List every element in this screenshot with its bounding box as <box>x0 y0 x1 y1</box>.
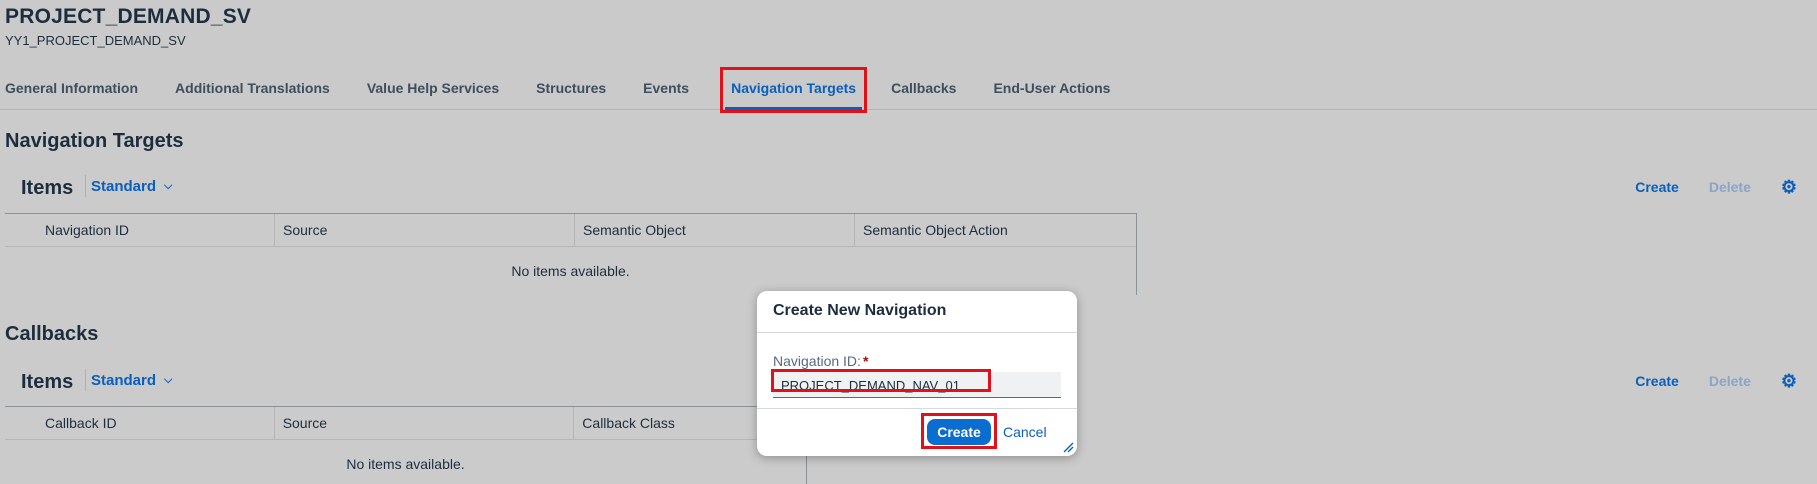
column-header-semantic-object-action[interactable]: Semantic Object Action <box>855 214 1135 246</box>
chevron-down-icon: ⌵ <box>164 373 173 386</box>
tab-navigation-targets[interactable]: Navigation Targets <box>720 67 868 113</box>
section-title-navigation-targets: Navigation Targets <box>5 130 184 152</box>
navigation-id-field <box>773 372 1061 398</box>
page-title: PROJECT_DEMAND_SV <box>5 5 252 28</box>
create-button[interactable]: Create <box>1635 179 1679 195</box>
column-header-semantic-object[interactable]: Semantic Object <box>575 214 855 246</box>
column-header-source[interactable]: Source <box>275 214 575 246</box>
variant-label: Standard <box>91 371 157 389</box>
object-page-header: PROJECT_DEMAND_SV YY1_PROJECT_DEMAND_SV … <box>0 0 1817 113</box>
page-subtitle: YY1_PROJECT_DEMAND_SV <box>5 33 186 48</box>
items-title: Items <box>21 371 74 393</box>
chevron-down-icon: ⌵ <box>164 179 173 192</box>
no-items-text: No items available. <box>511 263 630 279</box>
tab-events[interactable]: Events <box>638 72 705 108</box>
resize-handle-icon[interactable] <box>1062 441 1074 453</box>
callbacks-table: Callback ID Source Callback Class No ite… <box>5 406 807 484</box>
tab-general-information[interactable]: General Information <box>0 72 154 108</box>
delete-button[interactable]: Delete <box>1709 373 1751 389</box>
tab-value-help-services[interactable]: Value Help Services <box>362 72 515 108</box>
no-items-text: No items available. <box>346 456 465 472</box>
section-title-callbacks: Callbacks <box>5 323 99 345</box>
dialog-body: Navigation ID: * <box>757 333 1077 408</box>
column-header-source[interactable]: Source <box>275 407 575 439</box>
toolbar-actions: Create Delete ⚙ <box>1635 372 1797 390</box>
dialog-cancel-button[interactable]: Cancel <box>1003 419 1047 445</box>
tab-additional-translations[interactable]: Additional Translations <box>170 72 346 108</box>
variant-label: Standard <box>91 177 157 195</box>
navigation-targets-panel: Items Standard ⌵ Create Delete ⚙ Navigat… <box>5 162 1817 295</box>
create-button[interactable]: Create <box>1635 373 1679 389</box>
gear-icon[interactable]: ⚙ <box>1781 178 1797 196</box>
toolbar-actions: Create Delete ⚙ <box>1635 178 1797 196</box>
dialog-footer: Create Cancel <box>757 408 1077 456</box>
tab-structures[interactable]: Structures <box>531 72 622 108</box>
navigation-targets-toolbar: Items Standard ⌵ Create Delete ⚙ <box>5 162 1817 212</box>
column-header-callback-id[interactable]: Callback ID <box>5 407 275 439</box>
tab-callbacks[interactable]: Callbacks <box>886 72 972 108</box>
items-title: Items <box>21 177 74 199</box>
column-header-navigation-id[interactable]: Navigation ID <box>5 214 275 246</box>
table-header: Navigation ID Source Semantic Object Sem… <box>5 214 1136 247</box>
tab-end-user-actions[interactable]: End-User Actions <box>988 72 1126 108</box>
tab-bar: General Information Additional Translati… <box>0 67 1142 113</box>
table-header: Callback ID Source Callback Class <box>5 407 806 440</box>
dialog-create-button[interactable]: Create <box>927 419 991 445</box>
navigation-id-label-text: Navigation ID: <box>773 353 861 369</box>
dialog-title: Create New Navigation <box>757 291 1077 333</box>
variant-selector[interactable]: Standard ⌵ <box>85 369 172 391</box>
required-mark: * <box>862 353 869 369</box>
gear-icon[interactable]: ⚙ <box>1781 372 1797 390</box>
navigation-id-label: Navigation ID: * <box>773 353 868 369</box>
create-new-navigation-dialog: Create New Navigation Navigation ID:* Cr… <box>757 291 1077 456</box>
variant-selector[interactable]: Standard ⌵ <box>85 175 172 197</box>
delete-button[interactable]: Delete <box>1709 179 1751 195</box>
navigation-id-input[interactable] <box>773 372 1061 398</box>
navigation-targets-table: Navigation ID Source Semantic Object Sem… <box>5 213 1137 295</box>
